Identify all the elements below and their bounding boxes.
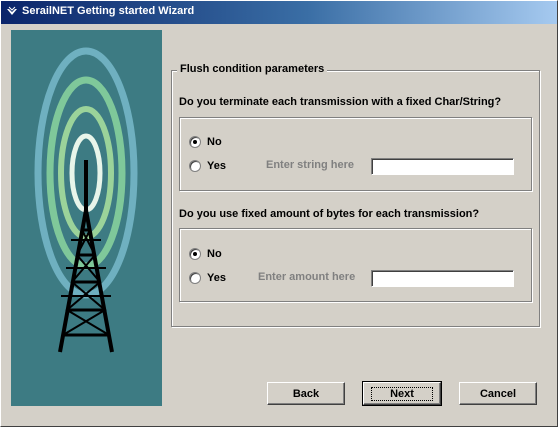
terminate-yes-radio[interactable] xyxy=(189,160,201,172)
wizard-tower-image xyxy=(11,30,162,406)
fixed-bytes-no-option[interactable]: No xyxy=(189,248,222,260)
next-button-label: Next xyxy=(371,386,433,401)
window-title: SerailNET Getting started Wizard xyxy=(22,5,195,17)
fixed-bytes-question: Do you use fixed amount of bytes for eac… xyxy=(179,208,480,220)
radio-tower-illustration xyxy=(11,30,162,406)
app-icon xyxy=(7,6,17,15)
amount-input[interactable] xyxy=(371,270,514,287)
terminate-no-radio[interactable] xyxy=(189,136,201,148)
fixed-bytes-yes-radio[interactable] xyxy=(189,272,201,284)
fixed-bytes-options-box xyxy=(179,228,532,302)
group-legend: Flush condition parameters xyxy=(177,63,328,75)
fixed-bytes-yes-label: Yes xyxy=(207,272,226,284)
string-input[interactable] xyxy=(371,158,514,175)
string-hint: Enter string here xyxy=(266,159,355,171)
terminate-options-box xyxy=(179,117,532,191)
fixed-bytes-no-radio[interactable] xyxy=(189,248,201,260)
terminate-no-option[interactable]: No xyxy=(189,136,222,148)
terminate-yes-option[interactable]: Yes xyxy=(189,160,226,172)
cancel-button[interactable]: Cancel xyxy=(459,382,537,405)
terminate-question: Do you terminate each transmission with … xyxy=(179,96,502,108)
next-button[interactable]: Next xyxy=(362,381,442,406)
fixed-bytes-no-label: No xyxy=(207,248,222,260)
title-bar[interactable]: SerailNET Getting started Wizard xyxy=(0,0,558,25)
terminate-no-label: No xyxy=(207,136,222,148)
terminate-yes-label: Yes xyxy=(207,160,226,172)
back-button[interactable]: Back xyxy=(267,382,345,405)
amount-hint: Enter amount here xyxy=(258,271,356,283)
fixed-bytes-yes-option[interactable]: Yes xyxy=(189,272,226,284)
